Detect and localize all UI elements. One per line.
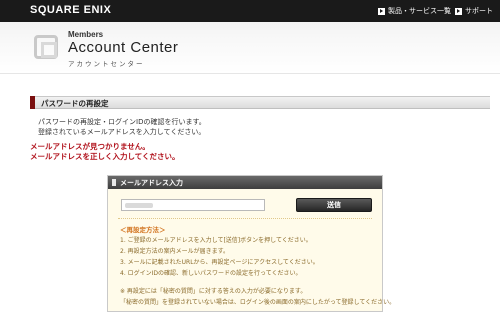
products-services-link[interactable]: 製品・サービス一覧 — [378, 6, 451, 16]
arrow-right-icon — [455, 7, 462, 15]
error-message-invalid: メールアドレスを正しく入力してください。 — [30, 152, 180, 161]
account-center-emblem-icon — [34, 35, 58, 59]
secret-question-note-2: 「秘密の質問」を登録されていない場合は、ログイン後の画面の案内にしたがって登録し… — [120, 299, 396, 306]
section-header: パスワードの再設定 — [30, 96, 490, 109]
panel-header-marker — [112, 179, 116, 186]
page-header: Members Account Center アカウントセンター — [0, 22, 500, 74]
members-label: Members — [68, 30, 104, 39]
square-enix-logo[interactable]: SQUARE ENIX — [30, 4, 111, 16]
description-line-1: パスワードの再設定・ログインIDの確認を行います。 — [38, 118, 206, 126]
email-input-redacted-value — [125, 203, 153, 208]
howto-step: 1. ご登録のメールアドレスを入力して[送信]ボタンを押してください。 — [120, 237, 312, 244]
section-title: パスワードの再設定 — [41, 99, 109, 108]
page-title: Account Center — [68, 39, 179, 56]
email-input-panel: メールアドレス入力 送信 ＜再設定方法＞ 1. ご登録のメールアドレスを入力して… — [107, 175, 395, 312]
howto-step: 2. 再設定方法の案内メールが届きます。 — [120, 248, 230, 255]
howto-step: 3. メールに記載されたURLから、再設定ページにアクセスしてください。 — [120, 259, 319, 266]
top-bar: SQUARE ENIX 製品・サービス一覧 サポート — [0, 0, 500, 22]
howto-title: ＜再設定方法＞ — [120, 226, 166, 234]
page-title-katakana: アカウントセンター — [68, 60, 145, 68]
support-link[interactable]: サポート — [455, 6, 493, 16]
panel-title: メールアドレス入力 — [120, 179, 183, 187]
howto-step: 4. ログインIDの確認、新しいパスワードの設定を行ってください。 — [120, 270, 302, 277]
description-line-2: 登録されているメールアドレスを入力してください。 — [38, 128, 206, 136]
products-services-label: 製品・サービス一覧 — [388, 7, 451, 15]
secret-question-note: ※ 再設定には「秘密の質問」に対する答えの入力が必要になります。 — [120, 288, 307, 295]
arrow-right-icon — [378, 7, 385, 15]
support-label: サポート — [465, 7, 493, 15]
submit-button[interactable]: 送信 — [296, 198, 372, 212]
panel-divider — [118, 218, 372, 219]
panel-header: メールアドレス入力 — [108, 176, 382, 189]
